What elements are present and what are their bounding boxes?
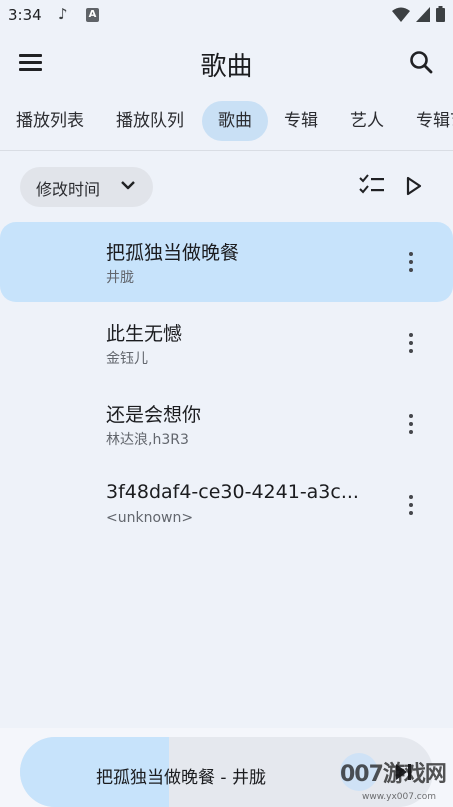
more-vert-icon (409, 511, 413, 515)
song-title: 把孤独当做晚餐 (106, 242, 240, 264)
play-icon (406, 176, 422, 196)
more-vert-icon (409, 252, 413, 256)
play-all-button[interactable] (405, 176, 423, 200)
divider (0, 150, 453, 151)
song-artist: <unknown> (106, 510, 194, 526)
more-options-button[interactable] (399, 412, 423, 436)
more-vert-icon (409, 268, 413, 272)
search-icon (410, 51, 433, 74)
tab-songs[interactable]: 歌曲 (202, 101, 268, 141)
more-vert-icon (409, 422, 413, 426)
battery-icon (436, 6, 445, 22)
page-title: 歌曲 (200, 52, 253, 82)
tab-bar: 播放列表 播放队列 歌曲 专辑 艺人 专辑艺 (0, 100, 453, 144)
watermark: 007游戏网 (340, 762, 447, 787)
more-vert-icon (409, 495, 413, 499)
song-title: 此生无憾 (106, 323, 183, 345)
song-row[interactable]: 3f48daf4-ce30-4241-a3c... <unknown> (0, 465, 453, 545)
select-button[interactable] (358, 174, 386, 200)
tab-albums[interactable]: 专辑 (268, 101, 334, 141)
more-vert-icon (409, 430, 413, 434)
sort-label: 修改时间 (36, 180, 101, 199)
status-bar: 3:34 ♪ A (0, 0, 453, 34)
sort-dropdown[interactable]: 修改时间 (20, 167, 153, 207)
more-vert-icon (409, 260, 413, 264)
search-button[interactable] (405, 46, 439, 80)
checklist-icon (359, 174, 384, 194)
chevron-down-icon (121, 181, 135, 190)
a-icon: A (86, 8, 99, 22)
now-playing-text: 把孤独当做晚餐 - 井胧 (96, 768, 266, 788)
music-note-icon: ♪ (58, 5, 68, 23)
tab-playlists[interactable]: 播放列表 (0, 101, 100, 141)
song-artist: 林达浪,h3R3 (106, 432, 189, 448)
song-row[interactable]: 此生无憾 金钰儿 (0, 303, 453, 383)
song-row[interactable]: 还是会想你 林达浪,h3R3 (0, 384, 453, 464)
more-options-button[interactable] (399, 493, 423, 517)
song-title: 还是会想你 (106, 404, 202, 426)
tab-queue[interactable]: 播放队列 (100, 101, 200, 141)
more-vert-icon (409, 349, 413, 353)
app-bar: 歌曲 (0, 36, 453, 88)
song-artist: 井胧 (106, 270, 134, 286)
more-vert-icon (409, 341, 413, 345)
tab-album-artists[interactable]: 专辑艺 (400, 101, 453, 141)
status-icons (392, 6, 445, 22)
song-row[interactable]: 把孤独当做晚餐 井胧 (0, 222, 453, 302)
more-vert-icon (409, 414, 413, 418)
tab-artists[interactable]: 艺人 (334, 101, 400, 141)
song-title: 3f48daf4-ce30-4241-a3c... (106, 481, 359, 503)
more-options-button[interactable] (399, 331, 423, 355)
status-time: 3:34 (8, 6, 42, 24)
song-artist: 金钰儿 (106, 351, 148, 367)
wifi-icon (392, 7, 410, 22)
more-options-button[interactable] (399, 250, 423, 274)
more-vert-icon (409, 333, 413, 337)
more-vert-icon (409, 503, 413, 507)
watermark-url: www.yx007.com (362, 792, 437, 802)
signal-icon (416, 6, 430, 22)
